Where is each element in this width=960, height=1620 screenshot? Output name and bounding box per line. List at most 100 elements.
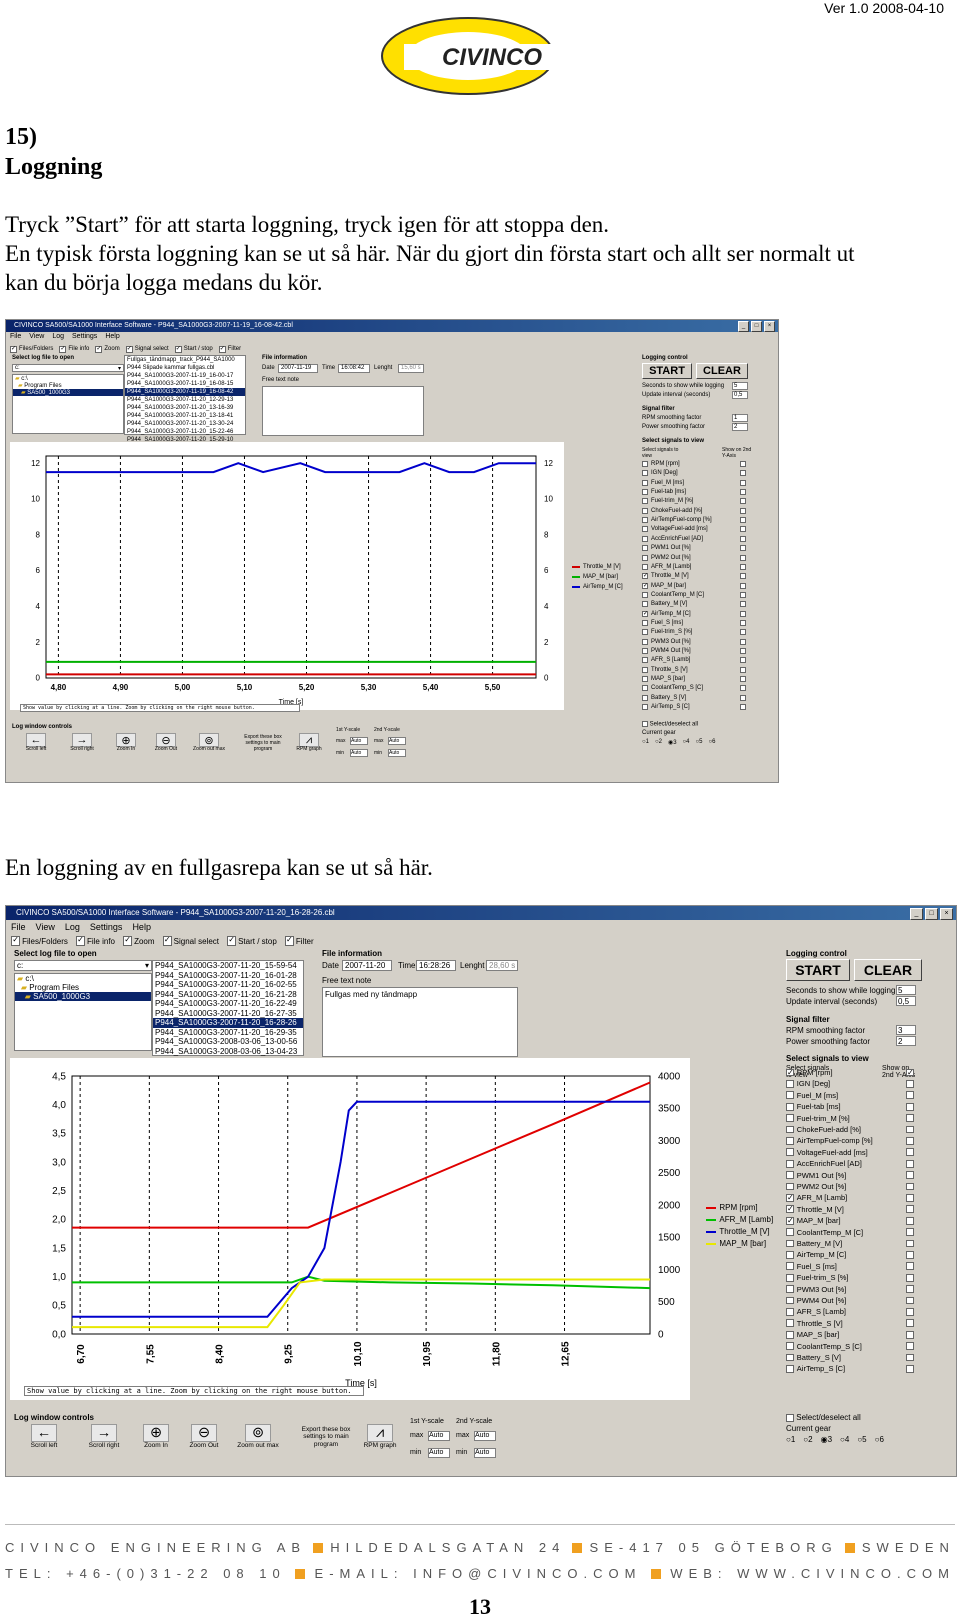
file-item[interactable]: P944_SA1000G3-2008-03-06_13-00-56	[153, 1037, 303, 1047]
second-axis-checkbox[interactable]	[740, 704, 746, 711]
folder-item[interactable]: ▰ c:\	[15, 974, 151, 983]
signal-row[interactable]: AirTemp_S [C]	[642, 704, 746, 711]
control-scroll-left-button[interactable]: ← Scroll left	[16, 733, 56, 753]
signal-row[interactable]: AFR_M [Lamb]	[642, 563, 746, 570]
second-axis-checkbox[interactable]	[740, 461, 746, 467]
menu-log[interactable]: Log	[65, 922, 80, 934]
second-axis-checkbox[interactable]	[740, 685, 746, 692]
signal-row[interactable]: Fuel-trim_M [%]	[642, 498, 746, 505]
folder-item[interactable]: ▰ SA500_1000G3	[15, 992, 151, 1001]
signal-checkbox[interactable]	[786, 1148, 794, 1157]
menu-file[interactable]: File	[10, 333, 21, 343]
signal-checkbox[interactable]: ✓	[786, 1068, 794, 1077]
control-zoom-in-button[interactable]: ⊕ Zoom In	[134, 1424, 178, 1450]
signal-checkbox[interactable]: ✓	[642, 582, 648, 589]
file-item[interactable]: P944_SA1000G3-2007-11-20_13-18-41	[125, 412, 245, 420]
control-scroll-right-button[interactable]: → Scroll right	[78, 1424, 130, 1450]
signal-row[interactable]: Fuel_S [ms]	[786, 1262, 914, 1271]
second-axis-checkbox[interactable]	[906, 1296, 914, 1305]
signal-checkbox[interactable]	[642, 601, 648, 608]
gear-radio-5[interactable]: ○5	[696, 739, 703, 746]
y2-max-field[interactable]: Auto	[388, 737, 406, 745]
second-axis-checkbox[interactable]	[906, 1102, 914, 1111]
signal-checkbox[interactable]	[642, 461, 648, 467]
signal-checkbox[interactable]	[786, 1159, 794, 1168]
signal-checkbox[interactable]	[642, 479, 648, 486]
second-axis-checkbox[interactable]	[906, 1114, 914, 1122]
file-item[interactable]: P944_SA1000G3-2007-11-20_13-30-24	[125, 420, 245, 428]
signal-checkbox[interactable]	[786, 1330, 794, 1339]
second-axis-checkbox[interactable]	[740, 563, 746, 570]
gear-radio-4[interactable]: ○4	[840, 1435, 849, 1444]
gear-selector[interactable]: ○1 ○2 ◉3 ○4 ○5 ○6	[786, 1435, 884, 1444]
second-axis-checkbox[interactable]	[740, 470, 746, 477]
signal-row[interactable]: Battery_M [V]	[642, 601, 746, 608]
signal-checkbox[interactable]: ✓	[642, 610, 648, 617]
signal-row[interactable]: ✓ MAP_M [bar]	[642, 582, 746, 589]
gear-radio-5[interactable]: ○5	[857, 1435, 866, 1444]
gear-radio-6[interactable]: ○6	[708, 739, 715, 746]
signal-checkbox[interactable]	[642, 666, 648, 673]
folder-item[interactable]: ▰ c:\	[13, 375, 123, 382]
second-axis-checkbox[interactable]	[740, 554, 746, 561]
checkbox[interactable]: ✓	[174, 345, 182, 353]
signal-row[interactable]: ✓ AirTemp_M [C]	[642, 610, 746, 617]
y1-min-field[interactable]: Auto	[428, 1448, 450, 1458]
second-axis-checkbox[interactable]	[906, 1136, 914, 1145]
file-item[interactable]: P944_SA1000G3-2007-11-20_16-22-49	[153, 999, 303, 1009]
chart-1[interactable]: 4,80 4,90 5,00 5,10 5,20 5,30 5,40 5,50 0 2 4 6 8 10 1…	[10, 442, 564, 710]
toolbar-toggle-signal-select[interactable]: ✓ Signal select	[125, 344, 169, 354]
seconds-field[interactable]: 5	[732, 382, 748, 390]
toolbar-toggle-files-folders[interactable]: ✓ Files/Folders	[10, 344, 53, 354]
signal-checkbox[interactable]	[642, 694, 648, 701]
toolbar-toggle-file-info[interactable]: ✓ File info	[75, 935, 115, 947]
file-item[interactable]: P944_SA1000G3-2007-11-20_16-01-28	[153, 971, 303, 981]
signal-row[interactable]: Fuel-tab [ms]	[642, 489, 746, 496]
signal-checkbox[interactable]	[786, 1136, 794, 1145]
signal-checkbox[interactable]	[786, 1307, 794, 1316]
signal-checkbox[interactable]	[786, 1250, 794, 1259]
second-axis-checkbox[interactable]	[906, 1250, 914, 1259]
signal-row[interactable]: CoolantTemp_S [C]	[642, 685, 746, 692]
signal-checkbox[interactable]	[642, 704, 648, 711]
gear-radio-3[interactable]: ◉3	[668, 739, 677, 746]
second-axis-checkbox[interactable]	[906, 1342, 914, 1350]
second-axis-checkbox[interactable]	[906, 1262, 914, 1271]
second-axis-checkbox[interactable]	[740, 517, 746, 524]
signal-row[interactable]: ✓ RPM [rpm] ✓	[786, 1068, 914, 1077]
signal-checkbox[interactable]	[642, 563, 648, 570]
signal-row[interactable]: Fuel_S [ms]	[642, 619, 746, 626]
second-axis-checkbox[interactable]	[906, 1079, 914, 1088]
checkbox[interactable]: ✓	[123, 936, 133, 946]
control-rpm-graph-button[interactable]: ⩘ RPM graph	[292, 733, 326, 753]
second-axis-checkbox[interactable]	[906, 1330, 914, 1339]
signal-checkbox[interactable]	[642, 507, 648, 514]
second-axis-checkbox[interactable]	[740, 638, 746, 645]
signal-checkbox[interactable]	[642, 470, 648, 477]
second-axis-checkbox[interactable]	[906, 1216, 914, 1225]
signal-checkbox[interactable]	[786, 1262, 794, 1271]
signal-checkbox[interactable]	[786, 1125, 794, 1134]
second-axis-checkbox[interactable]	[906, 1148, 914, 1157]
second-axis-checkbox[interactable]	[906, 1182, 914, 1191]
series-line-map-m-bar-[interactable]	[72, 1278, 650, 1329]
file-item[interactable]: P944_SA1000G3-2007-11-20_16-29-35	[153, 1028, 303, 1038]
y1-max-field[interactable]: Auto	[350, 737, 368, 745]
signal-checkbox[interactable]	[642, 657, 648, 664]
gear-radio-2[interactable]: ○2	[803, 1435, 812, 1444]
control-export-these-box-settings-to-main-program[interactable]: Export these box settings to main progra…	[240, 734, 286, 752]
file-item[interactable]: P944_SA1000G3-2007-11-20_16-21-28	[153, 990, 303, 1000]
checkbox[interactable]: ✓	[95, 345, 103, 353]
maximize-button[interactable]: □	[751, 321, 762, 332]
power-smoothing-field[interactable]: 2	[896, 1036, 916, 1046]
signal-checkbox[interactable]	[786, 1319, 794, 1328]
second-axis-checkbox[interactable]	[740, 666, 746, 673]
second-axis-checkbox[interactable]	[740, 601, 746, 608]
toolbar-toggle-filter[interactable]: ✓ Filter	[284, 935, 314, 947]
second-axis-checkbox[interactable]	[740, 535, 746, 542]
drive-select[interactable]: c: ▾	[14, 960, 152, 971]
second-axis-checkbox[interactable]	[906, 1353, 914, 1362]
signal-checkbox[interactable]	[786, 1273, 794, 1282]
file-item[interactable]: P944_SA1000G3-2007-11-20_12-29-13	[125, 396, 245, 404]
second-axis-checkbox[interactable]	[906, 1091, 914, 1100]
